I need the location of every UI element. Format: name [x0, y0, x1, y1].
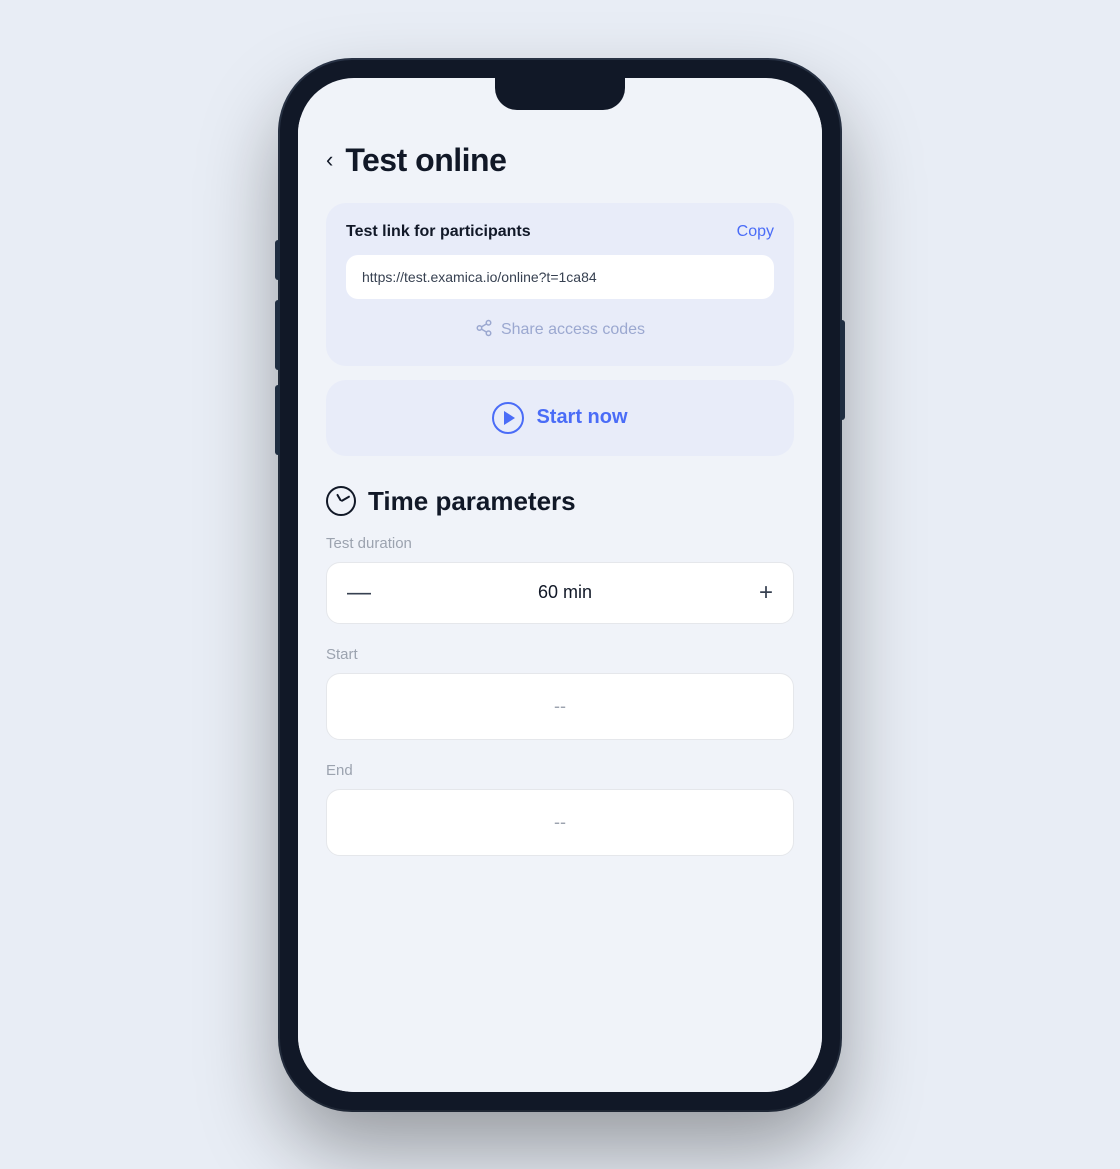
duration-stepper: — 60 min + [326, 562, 794, 624]
phone-frame: ‹ Test online Test link for participants… [280, 60, 840, 1110]
notch [495, 78, 625, 110]
clock-hands [328, 488, 354, 514]
test-link-card: Test link for participants Copy [326, 203, 794, 366]
clock-icon [326, 486, 356, 516]
share-access-button[interactable]: Share access codes [346, 313, 774, 348]
mute-button [275, 240, 280, 280]
play-triangle [504, 411, 515, 425]
screen-content: ‹ Test online Test link for participants… [298, 118, 822, 1092]
power-button [840, 320, 845, 420]
end-field[interactable]: -- [326, 789, 794, 856]
card-header: Test link for participants Copy [346, 223, 774, 241]
time-parameters-title: Time parameters [368, 486, 576, 517]
decrement-button[interactable]: — [347, 581, 371, 605]
duration-value: 60 min [538, 582, 592, 603]
play-icon [492, 402, 524, 434]
start-label: Start [326, 646, 794, 663]
copy-button[interactable]: Copy [737, 223, 774, 241]
duration-label: Test duration [326, 535, 794, 552]
phone-body: ‹ Test online Test link for participants… [280, 60, 840, 1110]
increment-button[interactable]: + [759, 581, 773, 605]
volume-up-button [275, 300, 280, 370]
start-now-button[interactable]: Start now [326, 380, 794, 456]
time-parameters-header: Time parameters [326, 486, 794, 517]
clock-minute-hand [341, 495, 350, 501]
start-now-label: Start now [536, 406, 627, 429]
back-button[interactable]: ‹ [326, 149, 333, 171]
card-label: Test link for participants [346, 223, 531, 241]
volume-down-button [275, 385, 280, 455]
test-link-input[interactable] [346, 255, 774, 299]
page-title: Test online [345, 142, 506, 179]
header: ‹ Test online [326, 142, 794, 179]
phone-screen: ‹ Test online Test link for participants… [298, 78, 822, 1092]
start-field[interactable]: -- [326, 673, 794, 740]
share-access-label: Share access codes [501, 321, 645, 339]
share-icon [475, 319, 493, 342]
end-label: End [326, 762, 794, 779]
